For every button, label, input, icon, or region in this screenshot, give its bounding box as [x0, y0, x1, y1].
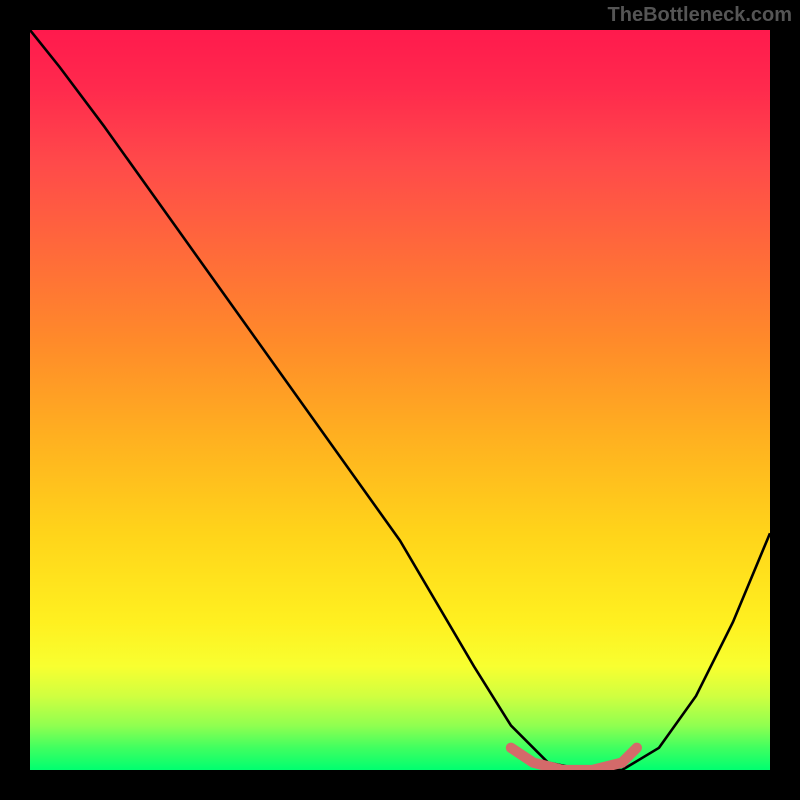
optimal-range-marker [511, 748, 637, 770]
chart-svg [30, 30, 770, 770]
watermark-text: TheBottleneck.com [608, 4, 792, 27]
bottleneck-curve [30, 30, 770, 770]
